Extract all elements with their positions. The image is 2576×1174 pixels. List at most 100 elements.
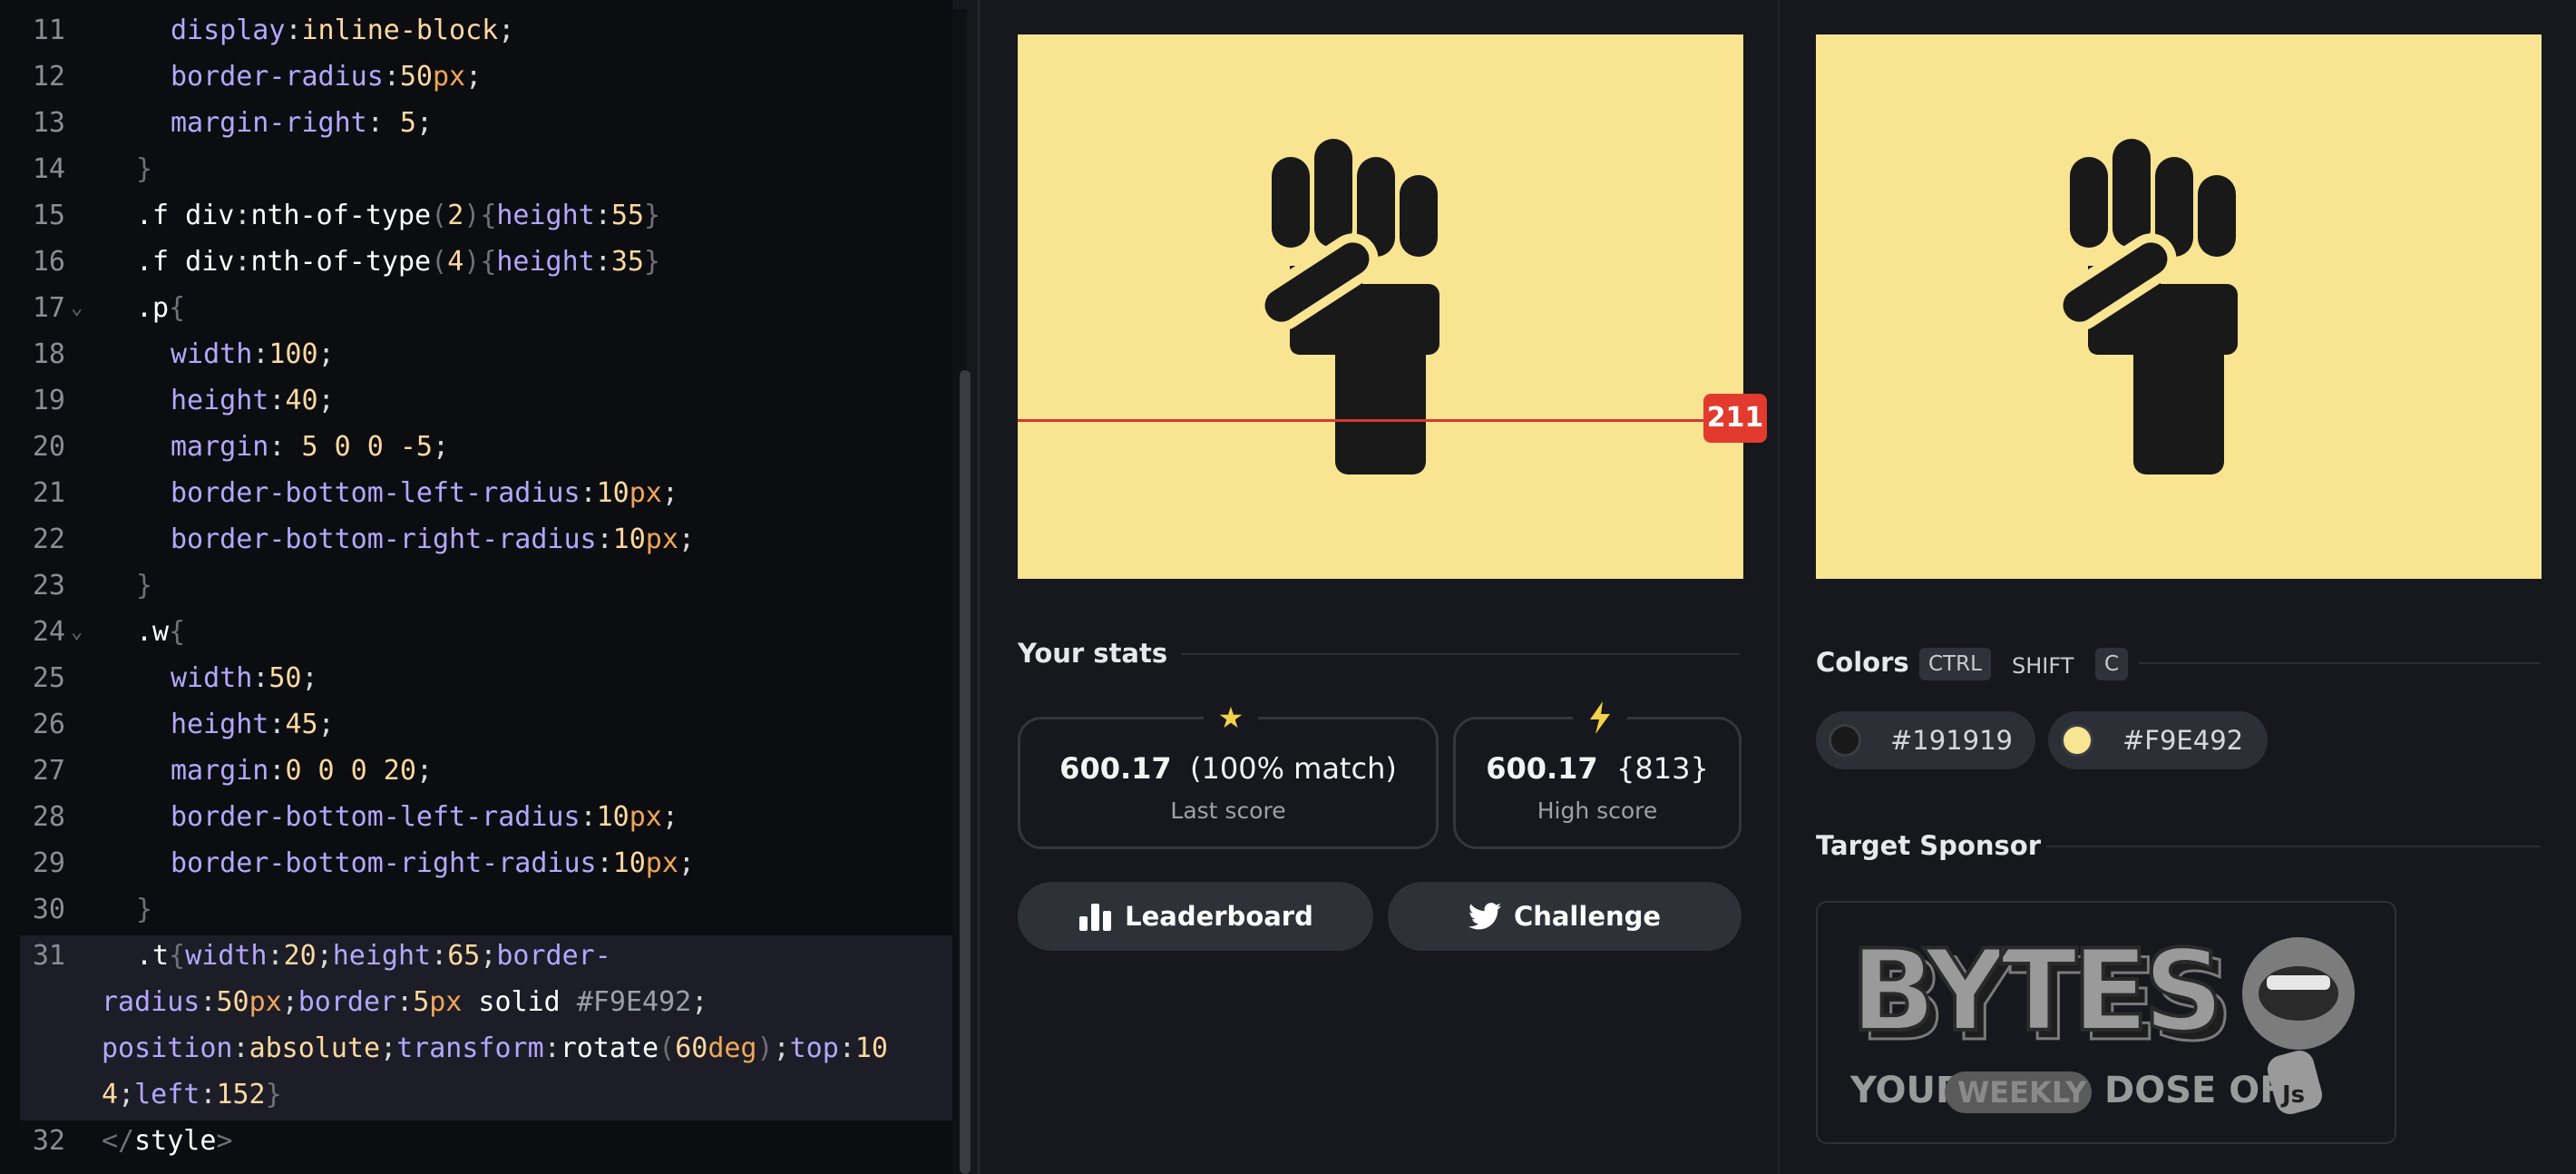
line-text: } (136, 153, 153, 185)
compare-slider-line[interactable] (1018, 419, 1707, 422)
line-text: width:50; (171, 662, 318, 694)
line-text: 4;left:152} (102, 1079, 282, 1110)
line-number: 27 (32, 755, 65, 787)
code-line[interactable]: position:absolute;transform:rotate(60deg… (0, 1025, 952, 1071)
line-text: .w{ (136, 616, 186, 648)
line-number: 29 (32, 847, 65, 879)
fold-chevron-icon[interactable]: ⌄ (71, 285, 83, 331)
line-text: border-bottom-left-radius:10px; (171, 801, 678, 833)
twitter-icon (1468, 903, 1501, 930)
line-text: height:40; (171, 385, 335, 416)
compare-slider-badge[interactable]: 211 (1703, 394, 1767, 443)
line-text: </style> (102, 1125, 233, 1157)
panel-divider-right (1778, 0, 1780, 1174)
line-text: .f div:nth-of-type(2){height:55} (136, 200, 660, 231)
colors-title: Colors (1816, 647, 1909, 678)
last-score-card: ★ 600.17 (100% match) Last score (1018, 700, 1439, 849)
output-canvas[interactable] (1018, 34, 1743, 579)
tagline-js: Js (2280, 1081, 2305, 1109)
line-number: 24 (32, 616, 65, 648)
code-line[interactable]: 20 margin: 5 0 0 -5; (0, 424, 952, 470)
line-text: margin-right: 5; (171, 107, 433, 139)
line-number: 22 (32, 523, 65, 555)
logo-word: BYTES (1850, 926, 2219, 1057)
code-line[interactable]: 29 border-bottom-right-radius:10px; (0, 840, 952, 886)
tagline-dose: DOSE OF (2104, 1070, 2285, 1111)
line-number: 15 (32, 200, 65, 231)
code-line[interactable]: 4;left:152} (0, 1071, 952, 1118)
code-line[interactable]: 30} (0, 886, 952, 933)
high-score-label: High score (1537, 797, 1658, 824)
lightning-icon (1573, 700, 1627, 736)
line-text: border-radius:50px; (171, 61, 483, 93)
code-line[interactable]: 18 width:100; (0, 331, 952, 377)
sponsor-title: Target Sponsor (1816, 830, 2042, 861)
high-score-card: 600.17 {813} High score (1453, 700, 1742, 849)
code-line[interactable]: 23} (0, 563, 952, 609)
code-line[interactable]: 15 .f div:nth-of-type(2){height:55} (0, 192, 952, 239)
code-line[interactable]: 16 .f div:nth-of-type(4){height:35} (0, 239, 952, 285)
shortcut-key-shift: SHIFT (2012, 653, 2074, 679)
line-number: 26 (32, 709, 65, 740)
line-text: border-bottom-right-radius:10px; (171, 523, 695, 555)
code-line[interactable]: 24 ⌄ .w{ (0, 609, 952, 655)
line-text: position:absolute;transform:rotate(60deg… (102, 1032, 888, 1064)
code-line[interactable]: 17 ⌄ .p{ (0, 285, 952, 331)
line-text: border-bottom-left-radius:10px; (171, 477, 678, 509)
leaderboard-label: Leaderboard (1125, 901, 1313, 932)
line-text: } (136, 894, 153, 925)
color-swatch-yellow[interactable]: #F9E492 (2048, 711, 2268, 769)
code-line[interactable]: 25 width:50; (0, 655, 952, 701)
color-swatch-dark[interactable]: #191919 (1816, 711, 2035, 769)
sponsor-rule (2046, 846, 2540, 847)
code-line[interactable]: radius:50px;border:5px solid #F9E492; (0, 979, 952, 1025)
stats-title: Your stats (1018, 638, 1168, 669)
code-line[interactable]: 14} (0, 146, 952, 192)
challenge-button[interactable]: Challenge (1388, 882, 1742, 951)
line-number: 14 (32, 153, 65, 185)
sponsor-ad[interactable]: BYTES BYTES YOUR WEEKLY DOSE OF Js (1816, 901, 2396, 1144)
code-line[interactable]: 31 .t{width:20;height:65;border- (0, 933, 952, 979)
shortcut-key-ctrl: CTRL (1919, 648, 1991, 680)
bar-chart-icon (1079, 904, 1112, 931)
line-number: 23 (32, 570, 65, 602)
editor-scrollbar-thumb[interactable] (960, 370, 971, 1174)
line-text: border-bottom-right-radius:10px; (171, 847, 695, 879)
code-line[interactable]: 27 margin:0 0 0 20; (0, 748, 952, 794)
line-number: 18 (32, 338, 65, 370)
bytes-logo: BYTES BYTES YOUR WEEKLY DOSE OF Js (1849, 925, 2355, 1115)
line-number: 30 (32, 894, 65, 925)
line-text: width:100; (171, 338, 335, 370)
color-hex: #F9E492 (2122, 725, 2244, 756)
code-line[interactable]: 13 margin-right: 5; (0, 100, 952, 146)
line-number: 25 (32, 662, 65, 694)
line-number: 11 (32, 15, 65, 46)
code-line[interactable]: 28 border-bottom-left-radius:10px; (0, 794, 952, 840)
line-text: .t{width:20;height:65;border- (136, 940, 611, 972)
line-number: 12 (32, 61, 65, 93)
color-hex: #191919 (1890, 725, 2014, 756)
code-line[interactable]: 22 border-bottom-right-radius:10px; (0, 516, 952, 563)
code-line[interactable]: 21 border-bottom-left-radius:10px; (0, 470, 952, 516)
line-text: radius:50px;border:5px solid #F9E492; (102, 986, 708, 1018)
line-text: } (136, 570, 153, 602)
line-text: margin: 5 0 0 -5; (171, 431, 450, 463)
code-line[interactable]: 32 </style> (0, 1118, 952, 1164)
star-icon: ★ (1204, 700, 1258, 736)
line-number: 16 (32, 246, 65, 278)
line-text: display:inline-block; (171, 15, 515, 46)
line-text: height:45; (171, 709, 335, 740)
line-number: 19 (32, 385, 65, 416)
code-editor[interactable]: 11 display:inline-block; 12 border-radius:5… (0, 0, 952, 1174)
color-dot (1829, 724, 1861, 757)
leaderboard-button[interactable]: Leaderboard (1018, 882, 1373, 951)
code-line[interactable]: 11 display:inline-block; (0, 7, 952, 54)
raised-fist-icon (1255, 139, 1439, 474)
panel-divider[interactable] (978, 0, 980, 1174)
code-line[interactable]: 26 height:45; (0, 701, 952, 748)
colors-rule (2139, 662, 2540, 664)
code-line[interactable]: 19 height:40; (0, 377, 952, 424)
fold-chevron-icon[interactable]: ⌄ (71, 609, 83, 655)
line-number: 17 (32, 292, 65, 324)
code-line[interactable]: 12 border-radius:50px; (0, 54, 952, 100)
